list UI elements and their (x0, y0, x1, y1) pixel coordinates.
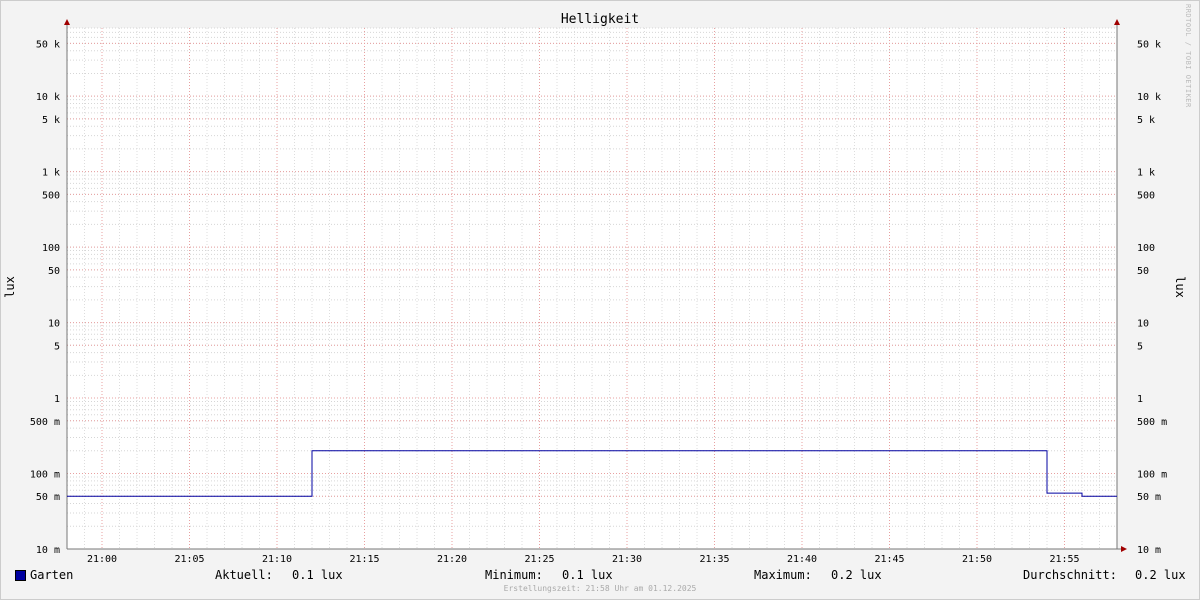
y-tick-label-right: 10 (1137, 319, 1149, 330)
y-tick-label-left: 10 k (36, 92, 60, 103)
watermark: RRDTOOL / TOBI OETIKER (1184, 4, 1192, 108)
y-tick-label-right: 5 k (1137, 115, 1155, 126)
y-tick-label-left: 100 (42, 243, 60, 254)
legend-durchschnitt-label: Durchschnitt: (1023, 568, 1117, 582)
y-tick-label-left: 10 m (36, 545, 60, 556)
footer-timestamp: Erstellungszeit: 21:58 Uhr am 01.12.2025 (503, 584, 697, 593)
y-tick-label-left: 100 m (30, 470, 60, 481)
y-tick-label-left: 1 (54, 394, 60, 405)
legend-minimum-value: 0.1 lux (562, 568, 613, 582)
y-tick-label-right: 50 m (1137, 492, 1161, 503)
y-tick-label-left: 1 k (42, 168, 60, 179)
y-tick-label-right: 10 k (1137, 92, 1161, 103)
chart-title: Helligkeit (561, 12, 639, 27)
y-tick-label-right: 50 (1137, 266, 1149, 277)
y-tick-label-left: 500 (42, 190, 60, 201)
y-tick-label-left: 50 m (36, 492, 60, 503)
legend-aktuell-label: Aktuell: (215, 568, 273, 582)
y-tick-label-left: 10 (48, 319, 60, 330)
y-tick-label-right: 5 (1137, 341, 1143, 352)
y-tick-label-left: 5 k (42, 115, 60, 126)
legend-durchschnitt-value: 0.2 lux (1135, 568, 1186, 582)
y-tick-label-left: 500 m (30, 417, 60, 428)
y-tick-label-right: 100 (1137, 243, 1155, 254)
y-tick-label-right: 100 m (1137, 470, 1167, 481)
y-tick-label-right: 10 m (1137, 545, 1161, 556)
y-tick-label-right: 1 (1137, 394, 1143, 405)
legend: Garten Aktuell: 0.1 lux Minimum: 0.1 lux… (0, 564, 1200, 586)
legend-maximum-label: Maximum: (754, 568, 812, 582)
y-axis-label-right: lux (1173, 276, 1187, 298)
y-tick-label-right: 500 m (1137, 417, 1167, 428)
legend-swatch-garten (15, 570, 26, 581)
y-tick-label-left: 5 (54, 341, 60, 352)
legend-series-name: Garten (30, 568, 74, 582)
legend-maximum-value: 0.2 lux (831, 568, 882, 582)
y-tick-label-left: 50 k (36, 39, 60, 50)
y-axis-label-left: lux (3, 276, 17, 298)
legend-minimum-label: Minimum: (485, 568, 543, 582)
y-tick-label-right: 500 (1137, 190, 1155, 201)
y-tick-label-right: 1 k (1137, 168, 1155, 179)
legend-aktuell-value: 0.1 lux (292, 568, 343, 582)
chart: 50 k 10 k 5 k 1 k 500 100 50 10 5 1 500 m 100 m 50 m… (0, 0, 1200, 600)
y-tick-label-left: 50 (48, 266, 60, 277)
y-tick-label-right: 50 k (1137, 39, 1161, 50)
